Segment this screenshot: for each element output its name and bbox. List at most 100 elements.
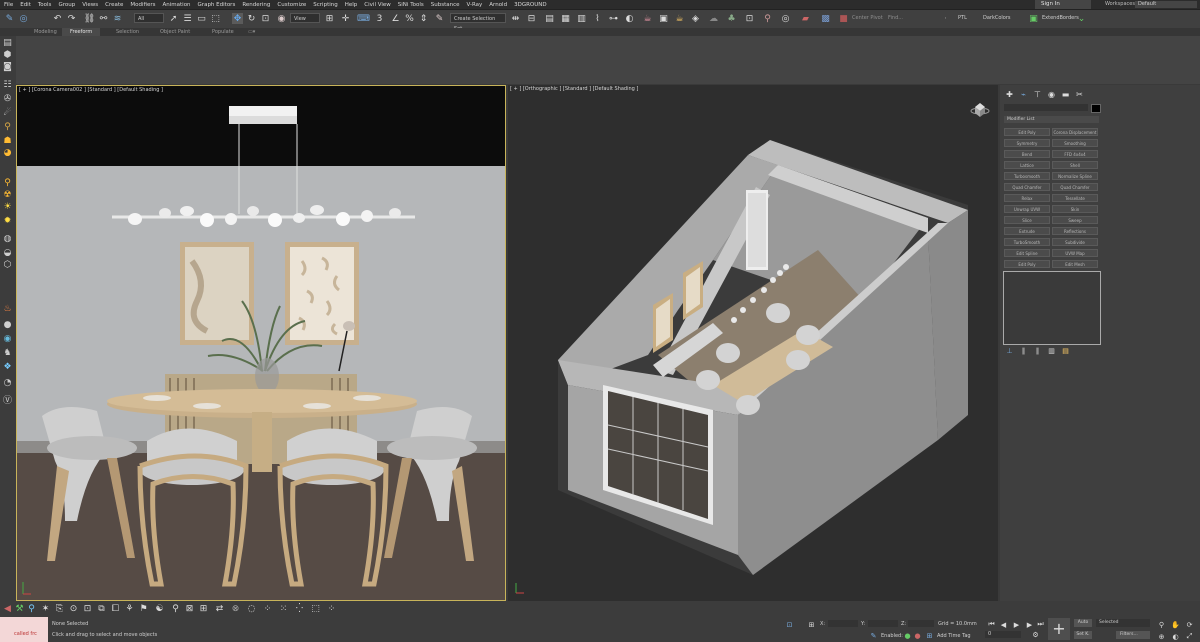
motion-tab-icon[interactable]: ◉ xyxy=(1046,89,1057,100)
modifier-button[interactable]: Extrude xyxy=(1004,227,1050,235)
key-filter-dropdown[interactable]: Selected xyxy=(1096,619,1150,627)
time-slider-icon[interactable]: ◀ xyxy=(2,603,13,614)
mask-icon[interactable]: ☯ xyxy=(154,603,165,614)
menu-item-edit[interactable]: Edit xyxy=(20,2,31,8)
modifier-button[interactable]: Bend xyxy=(1004,150,1050,158)
vray-logo-icon[interactable]: Ⓥ xyxy=(2,396,13,407)
red-tool-icon[interactable]: ▰ xyxy=(800,13,811,24)
rendering-icon[interactable]: ⊗ xyxy=(230,603,241,614)
light-lister-icon[interactable]: ♣ xyxy=(726,13,737,24)
auto-key-button[interactable]: Auto xyxy=(1074,619,1092,627)
scene-list-icon[interactable]: ☷ xyxy=(2,80,13,91)
z-coord-field[interactable] xyxy=(908,620,934,627)
modifier-stack[interactable] xyxy=(1003,271,1101,345)
stack-icon[interactable]: ⊞ xyxy=(198,603,209,614)
zoom-icon[interactable]: ⚲ xyxy=(1156,619,1167,630)
isolate-icon[interactable]: ⧉ xyxy=(96,603,107,614)
menu-item-create[interactable]: Create xyxy=(105,2,123,8)
workspaces-dropdown[interactable]: Default xyxy=(1135,1,1197,8)
pan-icon[interactable]: ✋ xyxy=(1170,619,1181,630)
material-editor-icon[interactable]: ◐ xyxy=(624,13,635,24)
go-to-start-icon[interactable]: ⏮ xyxy=(986,619,997,630)
object-name-field[interactable] xyxy=(1004,104,1088,111)
circle-dash-icon[interactable]: ◌ xyxy=(246,603,257,614)
center-pivot-label[interactable]: Center Pivot xyxy=(852,14,883,23)
rendered-frame-icon[interactable]: ▣ xyxy=(658,13,669,24)
render-setup-icon[interactable]: ☕ xyxy=(642,13,653,24)
adaptive-degradation-icon[interactable]: ✎ xyxy=(868,630,879,641)
modifier-list-dropdown[interactable]: Modifier List xyxy=(1004,116,1099,123)
edit-named-sets-icon[interactable]: ✎ xyxy=(434,13,445,24)
modifier-button[interactable]: Sweep xyxy=(1052,216,1098,224)
select-object-icon[interactable]: ◎ xyxy=(18,13,29,24)
ruler-icon[interactable]: ⎘ xyxy=(54,603,65,614)
render-iterative-icon[interactable]: ◈ xyxy=(690,13,701,24)
modifier-button[interactable]: Skin xyxy=(1052,205,1098,213)
pin-icon[interactable]: ⚲ xyxy=(762,13,773,24)
dot-icon[interactable]: ⁘ xyxy=(326,603,337,614)
menu-item-rendering[interactable]: Rendering xyxy=(242,2,270,8)
curve-editor-icon[interactable]: ⌇ xyxy=(592,13,603,24)
modifier-button[interactable]: Tessellate xyxy=(1052,194,1098,202)
freeze-icon[interactable]: ⊙ xyxy=(68,603,79,614)
modifier-button[interactable]: Turbosmooth xyxy=(1004,172,1050,180)
absolute-mode-icon[interactable]: ⊞ xyxy=(806,619,817,630)
modify-tab-icon[interactable]: ⌁ xyxy=(1018,89,1029,100)
current-frame-field[interactable]: 0 xyxy=(985,631,1021,638)
menu-item-views[interactable]: Views xyxy=(82,2,98,8)
isolate-selection-icon[interactable]: ⊡ xyxy=(784,619,795,630)
chair-icon[interactable]: ⚘ xyxy=(124,603,135,614)
modifier-button[interactable]: Slice xyxy=(1004,216,1050,224)
modifier-button[interactable]: Subdivide xyxy=(1052,238,1098,246)
film-icon[interactable]: ⧠ xyxy=(110,603,121,614)
move-icon[interactable]: ✥ xyxy=(232,13,243,24)
graph-icon[interactable]: ⊠ xyxy=(184,603,195,614)
play-icon[interactable]: ▶ xyxy=(1011,619,1022,630)
rotate-icon[interactable]: ↻ xyxy=(246,13,257,24)
set-key-toggle[interactable]: Set K. xyxy=(1074,631,1092,639)
scene-explorer-toggle-icon[interactable]: ▤ xyxy=(2,38,13,49)
light-icon[interactable]: ☄ xyxy=(2,108,13,119)
camera-icon[interactable]: ✇ xyxy=(2,94,13,105)
orange-light-icon[interactable]: ☗ xyxy=(2,136,13,147)
menu-item-customize[interactable]: Customize xyxy=(277,2,306,8)
modifier-button[interactable]: Edit Mesh xyxy=(1052,260,1098,268)
blue-tool-icon[interactable]: ▩ xyxy=(820,13,831,24)
percent-snap-icon[interactable]: % xyxy=(404,13,415,24)
viewport-label[interactable]: [ + ] [Orthographic ] [Standard ] [Defau… xyxy=(510,85,638,94)
x-coord-field[interactable] xyxy=(828,620,858,627)
set-key-button[interactable]: + xyxy=(1048,618,1070,640)
modifier-button[interactable]: TurboSmooth xyxy=(1004,238,1050,246)
layer-explorer-icon[interactable]: ▤ xyxy=(544,13,555,24)
select-icon[interactable]: ➚ xyxy=(168,13,179,24)
arrow-left-icon[interactable]: ⇄ xyxy=(214,603,225,614)
reference-coord-dropdown[interactable]: View xyxy=(290,13,320,23)
hierarchy-tab-icon[interactable]: ⊤ xyxy=(1032,89,1043,100)
dots-icon[interactable]: ⁛ xyxy=(294,603,305,614)
auto-key-icon[interactable]: ⚒ xyxy=(14,603,25,614)
menu-item-graph-editors[interactable]: Graph Editors xyxy=(198,2,236,8)
sun-icon[interactable]: ☀ xyxy=(2,202,13,213)
modifier-button[interactable]: Quad Chamfer xyxy=(1004,183,1050,191)
fire-icon[interactable]: ♨ xyxy=(2,304,13,315)
modifier-button[interactable]: UVW Map xyxy=(1052,249,1098,257)
display-tab-icon[interactable]: ▬ xyxy=(1060,89,1071,100)
time-config-icon[interactable]: ⚙ xyxy=(1030,629,1041,640)
proxy-icon[interactable]: ⬡ xyxy=(2,260,13,271)
key-filters-button[interactable]: Filters... xyxy=(1116,631,1150,639)
place-icon[interactable]: ◉ xyxy=(276,13,287,24)
modifier-button[interactable]: FFD 4x4x4 xyxy=(1052,150,1098,158)
ribbon-toggle-icon[interactable]: ▥ xyxy=(576,13,587,24)
viewport-orthographic[interactable]: [ + ] [Orthographic ] [Standard ] [Defau… xyxy=(508,85,998,601)
configure-sets-icon[interactable]: ▤ xyxy=(1060,345,1071,356)
pin-stack-icon[interactable]: ⊥ xyxy=(1004,345,1015,356)
menu-item-arnold[interactable]: Arnold xyxy=(489,2,507,8)
tab-modeling[interactable]: Modeling xyxy=(26,28,65,36)
modifier-button[interactable]: Shell xyxy=(1052,161,1098,169)
orbit-icon[interactable]: ⟳ xyxy=(1184,619,1195,630)
scene-explorer-icon[interactable]: ▦ xyxy=(560,13,571,24)
rect-select-icon[interactable]: ▭ xyxy=(196,13,207,24)
eye-icon[interactable]: ◎ xyxy=(780,13,791,24)
modifier-button[interactable]: Quad Chamfer xyxy=(1052,183,1098,191)
bulb-icon[interactable]: ⚲ xyxy=(170,603,181,614)
